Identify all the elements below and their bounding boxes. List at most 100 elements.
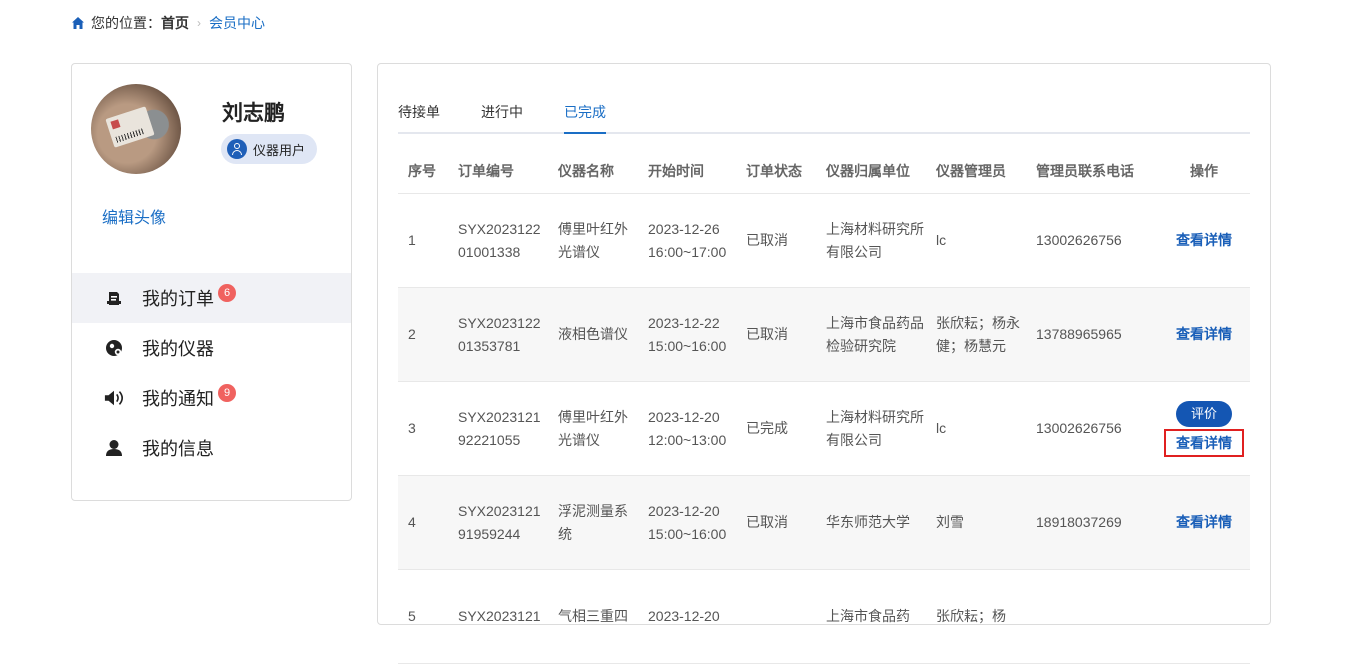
rate-button[interactable]: 评价 bbox=[1176, 400, 1232, 427]
cell-order-id: SYX2023121 92221055 bbox=[448, 381, 548, 476]
table-header-row: 序号 订单编号 仪器名称 开始时间 订单状态 仪器归属单位 仪器管理员 管理员联… bbox=[398, 149, 1250, 194]
tab-pending[interactable]: 待接单 bbox=[398, 102, 440, 132]
avatar-photo-detail bbox=[105, 106, 155, 148]
cell-actions: 查看详情 bbox=[1158, 287, 1250, 382]
cell-admin: lc bbox=[926, 193, 1026, 288]
column-header: 仪器管理员 bbox=[926, 149, 1026, 194]
orders-table: 序号 订单编号 仪器名称 开始时间 订单状态 仪器归属单位 仪器管理员 管理员联… bbox=[398, 149, 1250, 664]
tab-completed[interactable]: 已完成 bbox=[564, 102, 606, 134]
cell-instrument: 傅里叶红外光谱仪 bbox=[548, 381, 638, 476]
table-row: 5 SYX2023121 气相三重四 2023-12-20 上海市食品药 张欣耘… bbox=[398, 569, 1250, 664]
sidebar-item-my-info[interactable]: 我的信息 bbox=[72, 423, 351, 473]
cell-start-time: 2023-12-20 bbox=[638, 569, 736, 664]
column-header: 管理员联系电话 bbox=[1026, 149, 1158, 194]
orders-count-badge: 6 bbox=[218, 284, 236, 302]
role-label: 仪器用户 bbox=[253, 142, 306, 158]
cell-phone: 13788965965 bbox=[1026, 287, 1158, 382]
cell-no: 1 bbox=[398, 193, 448, 288]
cell-admin: lc bbox=[926, 381, 1026, 476]
column-header: 开始时间 bbox=[638, 149, 736, 194]
cell-start-time: 2023-12-26 16:00~17:00 bbox=[638, 193, 736, 288]
cell-instrument: 傅里叶红外光谱仪 bbox=[548, 193, 638, 288]
cell-order-id: SYX2023121 91959244 bbox=[448, 475, 548, 570]
cell-start-time: 2023-12-20 12:00~13:00 bbox=[638, 381, 736, 476]
sidebar-item-label: 我的信息 bbox=[142, 439, 214, 459]
cell-no: 5 bbox=[398, 569, 448, 664]
tab-in-progress[interactable]: 进行中 bbox=[481, 102, 523, 132]
column-header: 订单状态 bbox=[736, 149, 816, 194]
column-header: 序号 bbox=[398, 149, 448, 194]
table-row: 4 SYX2023121 91959244 浮泥测量系统 2023-12-20 … bbox=[398, 475, 1250, 570]
sidebar-item-my-orders[interactable]: 我的订单 6 bbox=[72, 273, 351, 323]
cell-admin: 张欣耘；杨 bbox=[926, 569, 1026, 664]
order-status-tabs: 待接单 进行中 已完成 bbox=[398, 102, 1250, 134]
cell-status: 已取消 bbox=[736, 193, 816, 288]
view-details-link[interactable]: 查看详情 bbox=[1176, 326, 1232, 342]
cell-order-id: SYX2023122 01353781 bbox=[448, 287, 548, 382]
cell-instrument: 气相三重四 bbox=[548, 569, 638, 664]
user-role-icon bbox=[227, 139, 247, 159]
cell-unit: 上海市食品药品检验研究院 bbox=[816, 287, 926, 382]
cell-start-time: 2023-12-20 15:00~16:00 bbox=[638, 475, 736, 570]
cell-status: 已完成 bbox=[736, 381, 816, 476]
breadcrumb-prefix: 您的位置： bbox=[91, 15, 161, 31]
cell-phone: 18918037269 bbox=[1026, 475, 1158, 570]
cell-unit: 上海材料研究所有限公司 bbox=[816, 193, 926, 288]
cell-actions bbox=[1158, 569, 1250, 664]
breadcrumb-separator: › bbox=[197, 16, 201, 30]
cell-start-time: 2023-12-22 15:00~16:00 bbox=[638, 287, 736, 382]
column-header: 仪器名称 bbox=[548, 149, 638, 194]
cell-phone: 13002626756 bbox=[1026, 381, 1158, 476]
speaker-icon bbox=[104, 388, 124, 408]
breadcrumb-current[interactable]: 会员中心 bbox=[209, 13, 265, 33]
column-header: 订单编号 bbox=[448, 149, 548, 194]
cell-actions: 查看详情 bbox=[1158, 193, 1250, 288]
view-details-link[interactable]: 查看详情 bbox=[1176, 232, 1232, 248]
avatar bbox=[91, 84, 181, 174]
column-header: 仪器归属单位 bbox=[816, 149, 926, 194]
user-icon bbox=[104, 438, 124, 458]
cell-phone bbox=[1026, 569, 1158, 664]
cell-no: 2 bbox=[398, 287, 448, 382]
sidebar-item-label: 我的通知 bbox=[142, 389, 214, 409]
cell-admin: 张欣耘；杨永健；杨慧元 bbox=[926, 287, 1026, 382]
sidebar-item-label: 我的订单 bbox=[142, 289, 214, 309]
cell-order-id: SYX2023121 bbox=[448, 569, 548, 664]
cell-status: 已取消 bbox=[736, 475, 816, 570]
orders-icon bbox=[104, 288, 124, 308]
column-header: 操作 bbox=[1158, 149, 1250, 194]
sidebar-menu: 我的订单 6 我的仪器 我的通知 9 我的信息 bbox=[72, 273, 351, 473]
role-badge: 仪器用户 bbox=[221, 134, 318, 164]
cell-order-id: SYX2023122 01001338 bbox=[448, 193, 548, 288]
cell-admin: 刘雪 bbox=[926, 475, 1026, 570]
profile-sidebar: 刘志鹏 仪器用户 编辑头像 我的订单 6 我的仪器 我的通知 9 我的信息 bbox=[71, 63, 352, 501]
table-row: 1 SYX2023122 01001338 傅里叶红外光谱仪 2023-12-2… bbox=[398, 193, 1250, 288]
notifications-count-badge: 9 bbox=[218, 384, 236, 402]
cell-actions: 评价 查看详情 bbox=[1158, 381, 1250, 476]
cell-unit: 华东师范大学 bbox=[816, 475, 926, 570]
cell-no: 3 bbox=[398, 381, 448, 476]
cell-actions: 查看详情 bbox=[1158, 475, 1250, 570]
instrument-icon bbox=[104, 338, 124, 358]
sidebar-item-my-instruments[interactable]: 我的仪器 bbox=[72, 323, 351, 373]
profile-username: 刘志鹏 bbox=[222, 102, 285, 125]
cell-instrument: 液相色谱仪 bbox=[548, 287, 638, 382]
cell-unit: 上海材料研究所有限公司 bbox=[816, 381, 926, 476]
breadcrumb: 您的位置： 首页 › 会员中心 bbox=[71, 13, 265, 33]
sidebar-item-my-notifications[interactable]: 我的通知 9 bbox=[72, 373, 351, 423]
breadcrumb-home-link[interactable]: 首页 bbox=[161, 13, 189, 33]
cell-phone: 13002626756 bbox=[1026, 193, 1158, 288]
orders-panel: 待接单 进行中 已完成 序号 订单编号 仪器名称 开始时间 订单状态 仪器归属单… bbox=[377, 63, 1271, 664]
view-details-link[interactable]: 查看详情 bbox=[1164, 428, 1244, 457]
edit-avatar-link[interactable]: 编辑头像 bbox=[102, 204, 166, 228]
table-row: 2 SYX2023122 01353781 液相色谱仪 2023-12-22 1… bbox=[398, 287, 1250, 382]
cell-no: 4 bbox=[398, 475, 448, 570]
cell-status: 已取消 bbox=[736, 287, 816, 382]
cell-status bbox=[736, 569, 816, 664]
cell-unit: 上海市食品药 bbox=[816, 569, 926, 664]
home-icon[interactable] bbox=[71, 16, 85, 30]
cell-instrument: 浮泥测量系统 bbox=[548, 475, 638, 570]
table-row: 3 SYX2023121 92221055 傅里叶红外光谱仪 2023-12-2… bbox=[398, 381, 1250, 476]
sidebar-item-label: 我的仪器 bbox=[142, 339, 214, 359]
view-details-link[interactable]: 查看详情 bbox=[1176, 514, 1232, 530]
